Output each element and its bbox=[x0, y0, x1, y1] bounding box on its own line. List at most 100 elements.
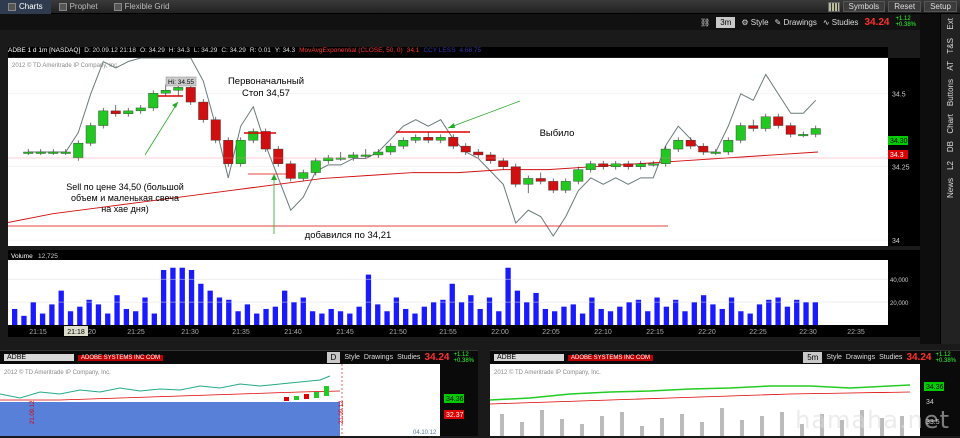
setup-button[interactable]: Setup bbox=[924, 1, 957, 12]
time-label: 21:50 bbox=[389, 329, 407, 336]
volume-bar bbox=[794, 300, 799, 325]
candle-body bbox=[411, 137, 421, 140]
drawings-button[interactable]: Drawings bbox=[846, 354, 875, 361]
tab-flexible-grid[interactable]: Flexible Grid bbox=[106, 0, 178, 14]
studies-button[interactable]: ∿ Studies bbox=[823, 18, 859, 27]
drawings-button[interactable]: ✎ Drawings bbox=[775, 18, 817, 27]
price-tag-ema-text: 34.3 bbox=[890, 152, 904, 159]
symbol-input[interactable]: ADBE bbox=[4, 354, 74, 361]
symbols-button[interactable]: Symbols bbox=[843, 1, 886, 12]
candle-body bbox=[124, 111, 134, 114]
grid-icon bbox=[114, 3, 122, 11]
candle-body bbox=[574, 170, 584, 182]
volume-bar bbox=[189, 270, 194, 325]
y-tick-label: 34.5 bbox=[892, 91, 906, 98]
volume-bar bbox=[487, 298, 492, 325]
candle-body bbox=[399, 140, 409, 146]
daily-candle bbox=[324, 386, 329, 396]
candle-body bbox=[161, 90, 171, 93]
candle-body bbox=[711, 152, 721, 154]
candle-body bbox=[49, 152, 59, 154]
timeframe-selector[interactable]: 5m bbox=[803, 352, 822, 363]
link-icon[interactable]: ⛓ bbox=[700, 18, 710, 27]
volume-bar bbox=[68, 311, 73, 325]
last-price: 34.24 bbox=[424, 352, 449, 363]
style-button[interactable]: ⚙ Style bbox=[741, 18, 768, 27]
volume-bar bbox=[673, 300, 678, 325]
timeframe-selector[interactable]: D bbox=[327, 352, 341, 363]
candle bbox=[211, 117, 221, 143]
tab-charts[interactable]: Charts bbox=[0, 0, 51, 14]
side-tabs: Ext T&S AT Buttons Chart DB L2 News bbox=[920, 14, 960, 344]
candle-body bbox=[349, 155, 359, 158]
volume-bar bbox=[152, 314, 157, 325]
time-label: 21:30 bbox=[181, 329, 199, 336]
volume-bar bbox=[384, 311, 389, 325]
side-tab-buttons[interactable]: Buttons bbox=[946, 75, 955, 110]
candle bbox=[236, 137, 246, 166]
volume-bar bbox=[459, 302, 464, 325]
chart-background bbox=[8, 58, 888, 246]
volume-bar bbox=[645, 311, 650, 325]
candle-body bbox=[774, 117, 784, 126]
daily-copyright: 2012 © TD Ameritrade IP Company, Inc. bbox=[4, 369, 111, 376]
drawings-button[interactable]: Drawings bbox=[364, 354, 393, 361]
daily-chart[interactable]: 2012 © TD Ameritrade IP Company, Inc. 21… bbox=[0, 364, 478, 436]
price-chart[interactable]: 2012 © TD Ameritrade IP Company, Inc. 34… bbox=[8, 58, 920, 246]
volume-bar bbox=[580, 314, 585, 325]
volume-bar bbox=[217, 298, 222, 325]
daily-candle bbox=[284, 397, 289, 401]
study-info-item: H: 34.3 bbox=[169, 47, 190, 57]
chart-toolbar: ⛓ 3m ⚙ Style ✎ Drawings ∿ Studies 34.24 … bbox=[0, 14, 920, 30]
candle-body bbox=[461, 146, 471, 152]
candle-body bbox=[699, 146, 709, 152]
side-tab-ext[interactable]: Ext bbox=[946, 14, 955, 34]
volume-bar bbox=[664, 307, 669, 325]
side-spacer bbox=[920, 14, 940, 344]
volume-tick-label: 40,000 bbox=[890, 278, 909, 284]
volume-bar bbox=[40, 314, 45, 325]
side-tab-news[interactable]: News bbox=[946, 174, 955, 202]
side-tab-db[interactable]: DB bbox=[946, 137, 955, 156]
side-tab-l2[interactable]: L2 bbox=[946, 157, 955, 174]
volume-bar bbox=[654, 298, 659, 325]
layout-grid-icon[interactable] bbox=[828, 2, 840, 12]
volume-bar bbox=[478, 309, 483, 325]
studies-button[interactable]: Studies bbox=[397, 354, 420, 361]
studies-button[interactable]: Studies bbox=[879, 354, 902, 361]
candle-body bbox=[311, 161, 321, 173]
time-label: 22:20 bbox=[698, 329, 716, 336]
side-tab-at[interactable]: AT bbox=[946, 57, 955, 75]
candle-body bbox=[424, 137, 434, 140]
pane-daily: ADBE ADOBE SYSTEMS INC COM D Style Drawi… bbox=[0, 350, 478, 436]
candle-body bbox=[499, 161, 509, 167]
volume-chart[interactable]: Volume 12,725 40,00020,000 bbox=[8, 250, 920, 336]
timeframe-selector[interactable]: 3m bbox=[716, 17, 735, 28]
volume-bar bbox=[450, 284, 455, 325]
volume-tick-label: 20,000 bbox=[890, 301, 909, 307]
price-change: +1.12 +0.38% bbox=[453, 352, 478, 364]
style-button[interactable]: Style bbox=[826, 354, 842, 361]
candle-body bbox=[74, 143, 84, 158]
volume-label: Volume bbox=[11, 253, 33, 260]
candle-body bbox=[274, 149, 284, 164]
top-navigation: Charts Prophet Flexible Grid Symbols Res… bbox=[0, 0, 960, 14]
volume-bar bbox=[375, 304, 380, 325]
time-label: 21:55 bbox=[439, 329, 457, 336]
style-button[interactable]: Style bbox=[344, 354, 360, 361]
candle-body bbox=[474, 152, 484, 155]
volume-header bbox=[8, 250, 888, 260]
volume-bar bbox=[105, 314, 110, 325]
volume-bar bbox=[235, 311, 240, 325]
volume-bar bbox=[114, 295, 119, 325]
candle-body bbox=[149, 93, 159, 108]
symbol-input[interactable]: ADBE bbox=[494, 354, 564, 361]
tab-prophet[interactable]: Prophet bbox=[51, 0, 106, 14]
volume-bar bbox=[561, 307, 566, 325]
side-tab-chart[interactable]: Chart bbox=[946, 110, 955, 138]
reset-button[interactable]: Reset bbox=[888, 1, 921, 12]
side-tab-ts[interactable]: T&S bbox=[946, 34, 955, 58]
prophet-icon bbox=[59, 3, 67, 11]
volume-bar bbox=[412, 314, 417, 325]
candle-body bbox=[611, 164, 621, 167]
